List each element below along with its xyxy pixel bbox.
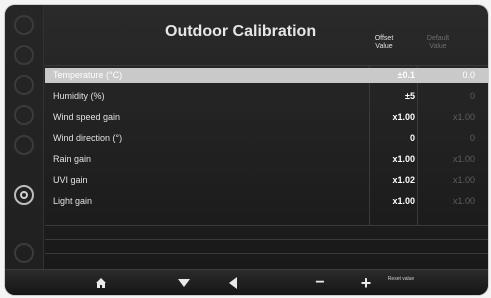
default-value: 0 (469, 133, 475, 143)
page-title: Outdoor Calibration (165, 23, 317, 40)
row-label: Humidity (%) (53, 91, 105, 101)
table-row[interactable]: Light gain x1.00 x1.00 (45, 194, 488, 209)
clock-icon[interactable] (14, 15, 34, 35)
default-value: 0 (469, 91, 475, 101)
down-arrow-icon (178, 279, 190, 287)
row-label: Wind direction (°) (53, 133, 123, 143)
offset-value[interactable]: 0 (375, 133, 415, 143)
offset-value-header: Offset Value (374, 35, 394, 50)
gear-icon[interactable] (14, 185, 34, 205)
table-row[interactable]: UVI gain x1.02 x1.00 (45, 173, 488, 188)
row-label: Temperature (°C) (53, 70, 123, 80)
bottom-toolbar: − + Reset value (5, 269, 488, 295)
table-row[interactable]: Temperature (°C) ±0.1 0.0 (45, 68, 488, 83)
camera-icon[interactable] (14, 243, 34, 263)
left-button[interactable] (221, 274, 245, 292)
down-button[interactable] (172, 274, 196, 292)
default-value: x1.00 (452, 175, 475, 185)
left-arrow-icon (229, 277, 237, 289)
offset-value[interactable]: x1.00 (375, 154, 415, 164)
table-row[interactable]: Rain gain x1.00 x1.00 (45, 152, 488, 167)
grid-line (45, 225, 488, 226)
minus-button[interactable]: − (308, 274, 332, 292)
reset-value-button[interactable]: Reset value (387, 276, 415, 282)
grid-line (45, 239, 488, 240)
grid-line (45, 253, 488, 254)
home-icon (96, 278, 106, 288)
offset-value[interactable]: x1.00 (375, 196, 415, 206)
home-button[interactable] (89, 274, 113, 292)
left-rail (5, 5, 44, 269)
offset-value[interactable]: ±5 (375, 91, 415, 101)
plus-button[interactable]: + (354, 273, 378, 293)
default-value: x1.00 (452, 154, 475, 164)
table-row[interactable]: Wind direction (°) 0 0 (45, 131, 488, 146)
table-row[interactable]: Humidity (%) ±5 0 (45, 89, 488, 104)
search-icon[interactable] (14, 45, 34, 65)
offset-value[interactable]: x1.02 (375, 175, 415, 185)
row-label: Rain gain (53, 154, 92, 164)
default-value: x1.00 (452, 112, 475, 122)
default-value: x1.00 (452, 196, 475, 206)
offset-value[interactable]: x1.00 (375, 112, 415, 122)
row-label: UVI gain (53, 175, 88, 185)
row-label: Wind speed gain (53, 112, 121, 122)
offset-value[interactable]: ±0.1 (375, 70, 415, 80)
calendar-icon[interactable] (14, 135, 34, 155)
settings-icon[interactable] (14, 105, 34, 125)
default-value-header: Default Value (426, 35, 450, 50)
default-value: 0.0 (462, 70, 475, 80)
device-screen: Outdoor Calibration Offset Value Default… (5, 5, 488, 295)
table-row[interactable]: Wind speed gain x1.00 x1.00 (45, 110, 488, 125)
grid-line (45, 65, 488, 66)
row-label: Light gain (53, 196, 93, 206)
chart-icon[interactable] (14, 75, 34, 95)
